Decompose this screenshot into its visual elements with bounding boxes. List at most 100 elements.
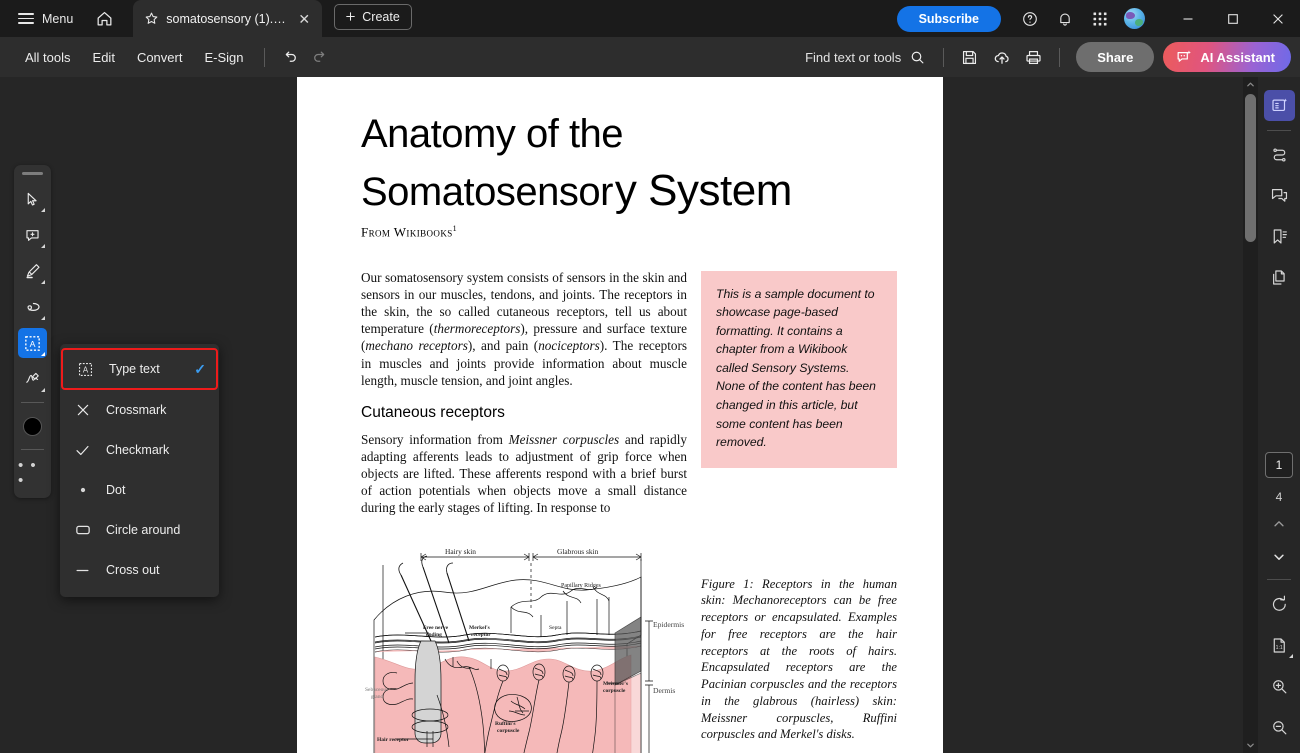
menu-item-checkmark[interactable]: Checkmark (60, 430, 219, 470)
menu-convert[interactable]: Convert (126, 44, 194, 71)
page-number-input[interactable]: 1 (1265, 452, 1293, 478)
page-count-label: 4 (1275, 490, 1283, 504)
tab-close-icon[interactable]: ✕ (294, 9, 314, 29)
toolbar-divider-3 (1059, 47, 1061, 67)
home-button[interactable] (87, 3, 121, 35)
label-ruffini: Ruffini's (495, 721, 515, 727)
color-picker-tool[interactable] (18, 411, 47, 441)
scrollbar-thumb[interactable] (1245, 94, 1256, 242)
dot-icon (72, 482, 93, 498)
fit-page-button[interactable]: 1:1 (1264, 630, 1295, 661)
label-hairy-skin: Hairy skin (445, 547, 476, 556)
label-free-nerve-2: ending (426, 632, 442, 638)
star-icon[interactable] (144, 11, 159, 26)
label-hair-receptor: Hair receptor (377, 737, 410, 743)
notifications-button[interactable] (1048, 2, 1081, 35)
chevron-expand-icon (41, 388, 45, 392)
create-button[interactable]: Create (334, 3, 412, 30)
type-text-dropdown-menu: A Type text ✓ Crossmark Checkmark Dot Ci… (60, 344, 219, 597)
share-button[interactable]: Share (1076, 42, 1155, 72)
menu-item-crossmark[interactable]: Crossmark (60, 390, 219, 430)
more-dots-icon: • • • (18, 457, 38, 489)
label-glabrous-skin: Glabrous skin (557, 547, 599, 556)
comment-button[interactable] (1264, 180, 1295, 211)
comment-icon (1271, 189, 1287, 202)
menu-edit[interactable]: Edit (82, 44, 126, 71)
organize-pages-icon (1271, 98, 1287, 112)
svg-text:1:1: 1:1 (1275, 645, 1282, 651)
print-icon (1026, 50, 1041, 64)
signature-tool[interactable] (18, 364, 47, 394)
window-close-button[interactable] (1255, 0, 1300, 37)
next-page-button[interactable] (1264, 543, 1295, 570)
find-label[interactable]: Find text or tools (805, 50, 901, 65)
more-tools-button[interactable]: • • • (18, 458, 47, 488)
organize-pages-button[interactable] (1263, 90, 1295, 121)
document-tab[interactable]: somatosensory (1).pdf ✕ (133, 0, 323, 37)
rotate-button[interactable] (1264, 589, 1295, 620)
minimize-button[interactable] (1165, 0, 1210, 37)
highlight-tool[interactable] (18, 256, 47, 286)
sample-document-note: This is a sample document to showcase pa… (701, 270, 897, 468)
subscribe-button[interactable]: Subscribe (896, 5, 1001, 32)
create-label: Create (362, 9, 400, 24)
zoom-in-button[interactable] (1264, 671, 1295, 702)
toolbar-divider-2 (943, 47, 945, 67)
menu-esign[interactable]: E-Sign (193, 44, 254, 71)
help-button[interactable] (1013, 2, 1046, 35)
menu-item-circle-around[interactable]: Circle around (60, 510, 219, 550)
menu-item-label: Circle around (106, 523, 181, 537)
title-line-2a: Somatosensor (361, 170, 613, 214)
paragraph-cutaneous: Sensory information from Meissner corpus… (361, 431, 688, 516)
scroll-up-button[interactable] (1243, 77, 1258, 92)
main-menu-button[interactable]: Menu (10, 7, 81, 31)
menu-item-cross-out[interactable]: Cross out (60, 550, 219, 590)
highlighter-icon (25, 264, 40, 279)
add-text-tool[interactable]: A (18, 328, 47, 358)
redo-button[interactable] (305, 43, 336, 72)
ai-sparkle-icon (1177, 50, 1192, 62)
lasso-tool[interactable] (18, 292, 47, 322)
tool-divider-1 (21, 402, 44, 403)
figure-1-skin-diagram: Hairy skin Glabrous skin Papillary Ridge… (361, 545, 701, 753)
menu-all-tools[interactable]: All tools (14, 44, 82, 71)
document-viewport[interactable]: Anatomy of the Somatosensory System From… (297, 77, 1258, 753)
home-icon (97, 11, 112, 26)
zoom-out-button[interactable] (1264, 712, 1295, 743)
color-swatch (23, 416, 42, 436)
scroll-down-button[interactable] (1243, 738, 1258, 753)
figure-1-caption: Figure 1: Receptors in the human skin: M… (701, 576, 897, 742)
drag-handle[interactable] (22, 172, 43, 175)
signature-icon (25, 372, 39, 383)
undo-icon (285, 51, 296, 62)
document-title: Anatomy of the Somatosensory System (361, 107, 897, 220)
close-icon (1272, 13, 1283, 24)
rounded-rect-icon (72, 521, 93, 539)
save-button[interactable] (954, 43, 985, 72)
print-button[interactable] (1018, 43, 1049, 72)
comment-tool[interactable] (18, 220, 47, 250)
chevron-up-icon (1274, 520, 1284, 526)
menu-item-dot[interactable]: Dot (60, 470, 219, 510)
cloud-upload-button[interactable] (986, 43, 1017, 72)
label-epidermis: Epidermis (653, 620, 684, 629)
bookmark-button[interactable] (1264, 221, 1295, 252)
maximize-button[interactable] (1210, 0, 1255, 37)
convert-button[interactable] (1264, 139, 1295, 170)
select-tool[interactable] (18, 184, 47, 214)
search-button[interactable] (902, 43, 933, 72)
apps-button[interactable] (1083, 2, 1116, 35)
title-line-1: Anatomy of the (361, 112, 624, 156)
ai-assistant-button[interactable]: AI Assistant (1163, 42, 1291, 72)
copy-pages-button[interactable] (1264, 262, 1295, 293)
tool-divider-2 (21, 449, 44, 450)
previous-page-button[interactable] (1264, 510, 1295, 537)
menu-item-type-text[interactable]: A Type text ✓ (61, 348, 218, 390)
chevron-down-icon (1247, 743, 1254, 748)
undo-button[interactable] (274, 43, 305, 72)
right-rail-divider (1267, 130, 1291, 131)
lasso-icon (26, 302, 40, 311)
account-button[interactable] (1118, 2, 1151, 35)
document-scrollbar[interactable] (1243, 77, 1258, 753)
copy-pages-icon (1272, 270, 1285, 285)
